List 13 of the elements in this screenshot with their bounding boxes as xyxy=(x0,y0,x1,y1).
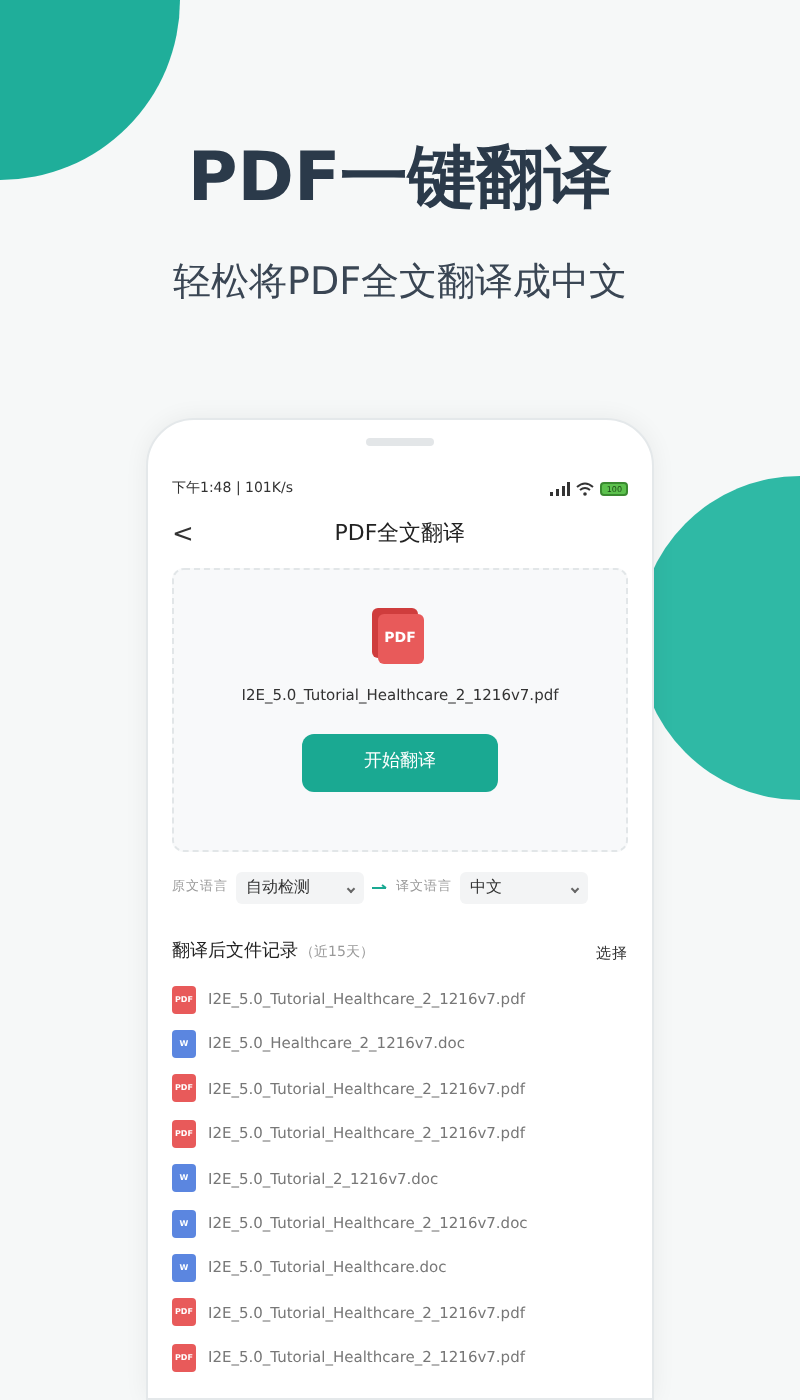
wifi-icon xyxy=(576,481,595,495)
target-language-select[interactable]: 中文 xyxy=(460,872,588,904)
source-language-select[interactable]: 自动检测 xyxy=(236,872,364,904)
page-title: PDF全文翻译 xyxy=(334,517,466,550)
caret-icon xyxy=(570,883,580,893)
signal-icon xyxy=(550,481,571,495)
caret-icon xyxy=(346,883,356,893)
history-title: 翻译后文件记录 xyxy=(172,940,298,966)
arrow-icon xyxy=(372,884,388,892)
back-button[interactable]: < xyxy=(172,521,194,547)
headline: PDF一键翻译 xyxy=(187,144,613,212)
subtitle: 轻松将PDF全文翻译成中文 xyxy=(172,264,628,302)
start-translate-button[interactable]: 开始翻译 xyxy=(302,734,498,793)
